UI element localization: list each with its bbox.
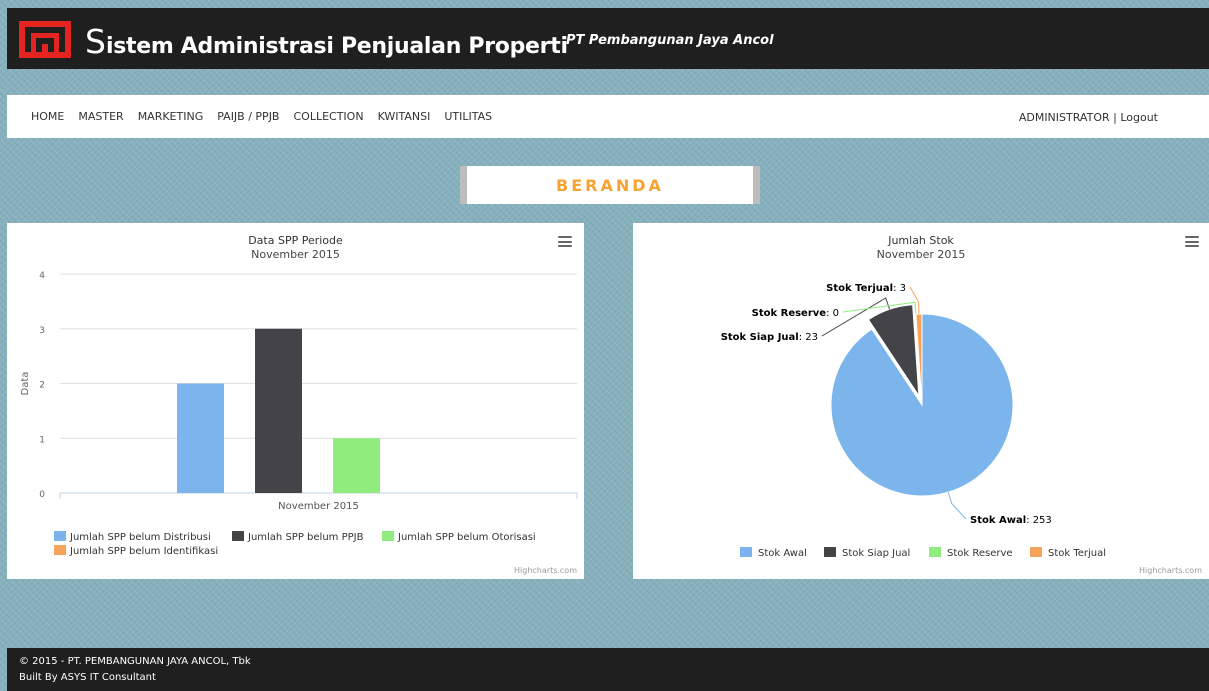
legend-symbol [54, 545, 66, 555]
bar-jumlah-spp-belum-otorisasi[interactable] [333, 438, 380, 493]
y-tick-label: 3 [39, 326, 45, 336]
stock-chart-panel: Jumlah Stok November 2015 Stok Awal: 253… [633, 223, 1209, 579]
legend-label: Stok Awal [758, 548, 807, 559]
legend-item[interactable]: Jumlah SPP belum Distribusi [54, 531, 211, 543]
legend-item[interactable]: Stok Terjual [1030, 547, 1106, 559]
user-separator: | [1109, 111, 1121, 124]
spp-chart-panel: Data SPP Periode November 2015 0 1 2 3 4 Data… [7, 223, 584, 579]
legend-symbol [382, 531, 394, 541]
page-title: BERANDA [556, 175, 664, 195]
data-label: Stok Siap Jual: 23 [721, 332, 818, 343]
nav-item-kwitansi[interactable]: KWITANSI [378, 110, 431, 123]
bar-jumlah-spp-belum-distribusi[interactable] [177, 383, 224, 494]
legend-item[interactable]: Jumlah SPP belum Identifikasi [54, 545, 218, 557]
legend-label: Stok Terjual [1048, 548, 1106, 559]
spp-bar-chart: 0 1 2 3 4 Data November 2015 Jumlah SPP belum D… [20, 271, 578, 557]
legend-symbol [1030, 547, 1042, 557]
legend-label: Jumlah SPP belum Distribusi [69, 532, 211, 543]
footer-copyright: © 2015 - PT. PEMBANGUNAN JAYA ANCOL, Tbk [19, 656, 251, 667]
legend-label: Stok Siap Jual [842, 548, 910, 559]
stock-pie-chart: Stok Awal: 253 Stok Siap Jual: 23 Stok Res… [721, 283, 1106, 559]
x-tick-label: November 2015 [278, 501, 359, 512]
y-tick-label: 1 [39, 435, 45, 445]
y-tick-label: 2 [39, 381, 45, 391]
bar-jumlah-spp-belum-ppjb[interactable] [255, 328, 302, 493]
company-logo-icon [19, 21, 71, 58]
legend-item[interactable]: Stok Siap Jual [824, 547, 910, 559]
app-title: Sistem Administrasi Penjualan Properti [85, 22, 568, 61]
data-label-connector [947, 491, 967, 520]
y-tick-label: 0 [39, 490, 45, 500]
legend-item[interactable]: Jumlah SPP belum PPJB [232, 531, 364, 543]
legend-item[interactable]: Jumlah SPP belum Otorisasi [382, 531, 536, 543]
data-label: Stok Terjual: 3 [826, 283, 906, 294]
highcharts-credits[interactable]: Highcharts.com [1139, 566, 1202, 575]
legend-symbol [232, 531, 244, 541]
page-heading-box: BERANDA [460, 166, 760, 204]
highcharts-credits[interactable]: Highcharts.com [514, 566, 577, 575]
legend-label: Jumlah SPP belum Otorisasi [397, 532, 536, 543]
legend-label: Jumlah SPP belum PPJB [247, 532, 364, 543]
nav-item-collection[interactable]: COLLECTION [293, 110, 363, 123]
data-label: Stok Reserve: 0 [752, 308, 839, 319]
y-tick-label: 4 [39, 271, 45, 281]
nav-item-master[interactable]: MASTER [78, 110, 123, 123]
legend-symbol [740, 547, 752, 557]
main-nav: HOME MASTER MARKETING PAIJB / PPJB COLLE… [7, 95, 1209, 138]
footer-built-by: Built By ASYS IT Consultant [19, 672, 156, 683]
user-area: ADMINISTRATOR | Logout [1019, 111, 1158, 124]
nav-item-utilitas[interactable]: UTILITAS [444, 110, 492, 123]
legend-label: Jumlah SPP belum Identifikasi [69, 546, 218, 557]
legend-symbol [54, 531, 66, 541]
nav-item-marketing[interactable]: MARKETING [138, 110, 204, 123]
logout-link[interactable]: Logout [1120, 111, 1158, 124]
nav-item-home[interactable]: HOME [31, 110, 64, 123]
legend-label: Stok Reserve [947, 548, 1013, 559]
legend-symbol [824, 547, 836, 557]
nav-menu: HOME MASTER MARKETING PAIJB / PPJB COLLE… [31, 110, 492, 123]
data-label: Stok Awal: 253 [970, 515, 1052, 526]
user-name[interactable]: ADMINISTRATOR [1019, 111, 1110, 124]
company-name: PT Pembangunan Jaya Ancol [566, 33, 774, 48]
app-header: Sistem Administrasi Penjualan Properti P… [7, 8, 1209, 69]
nav-item-paijb-ppjb[interactable]: PAIJB / PPJB [217, 110, 279, 123]
y-axis-title: Data [20, 372, 31, 396]
page-footer: © 2015 - PT. PEMBANGUNAN JAYA ANCOL, Tbk… [7, 648, 1209, 691]
legend-symbol [929, 547, 941, 557]
legend-item[interactable]: Stok Reserve [929, 547, 1013, 559]
legend-item[interactable]: Stok Awal [740, 547, 807, 559]
